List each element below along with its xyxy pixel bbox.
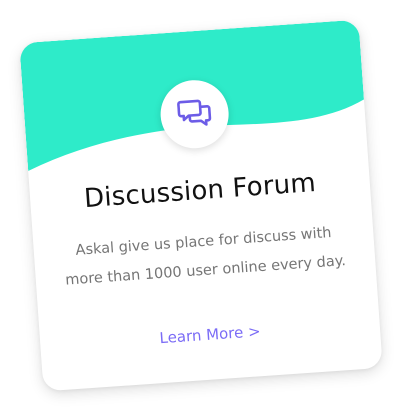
chat-bubbles-icon	[177, 99, 212, 126]
card-title: Discussion Forum	[83, 167, 317, 215]
feature-card: Discussion Forum Askal give us place for…	[19, 19, 383, 392]
card-description: Askal give us place for discuss with mor…	[64, 224, 347, 289]
stage: Discussion Forum Askal give us place for…	[0, 0, 420, 420]
learn-more-link[interactable]: Learn More >	[40, 314, 380, 356]
